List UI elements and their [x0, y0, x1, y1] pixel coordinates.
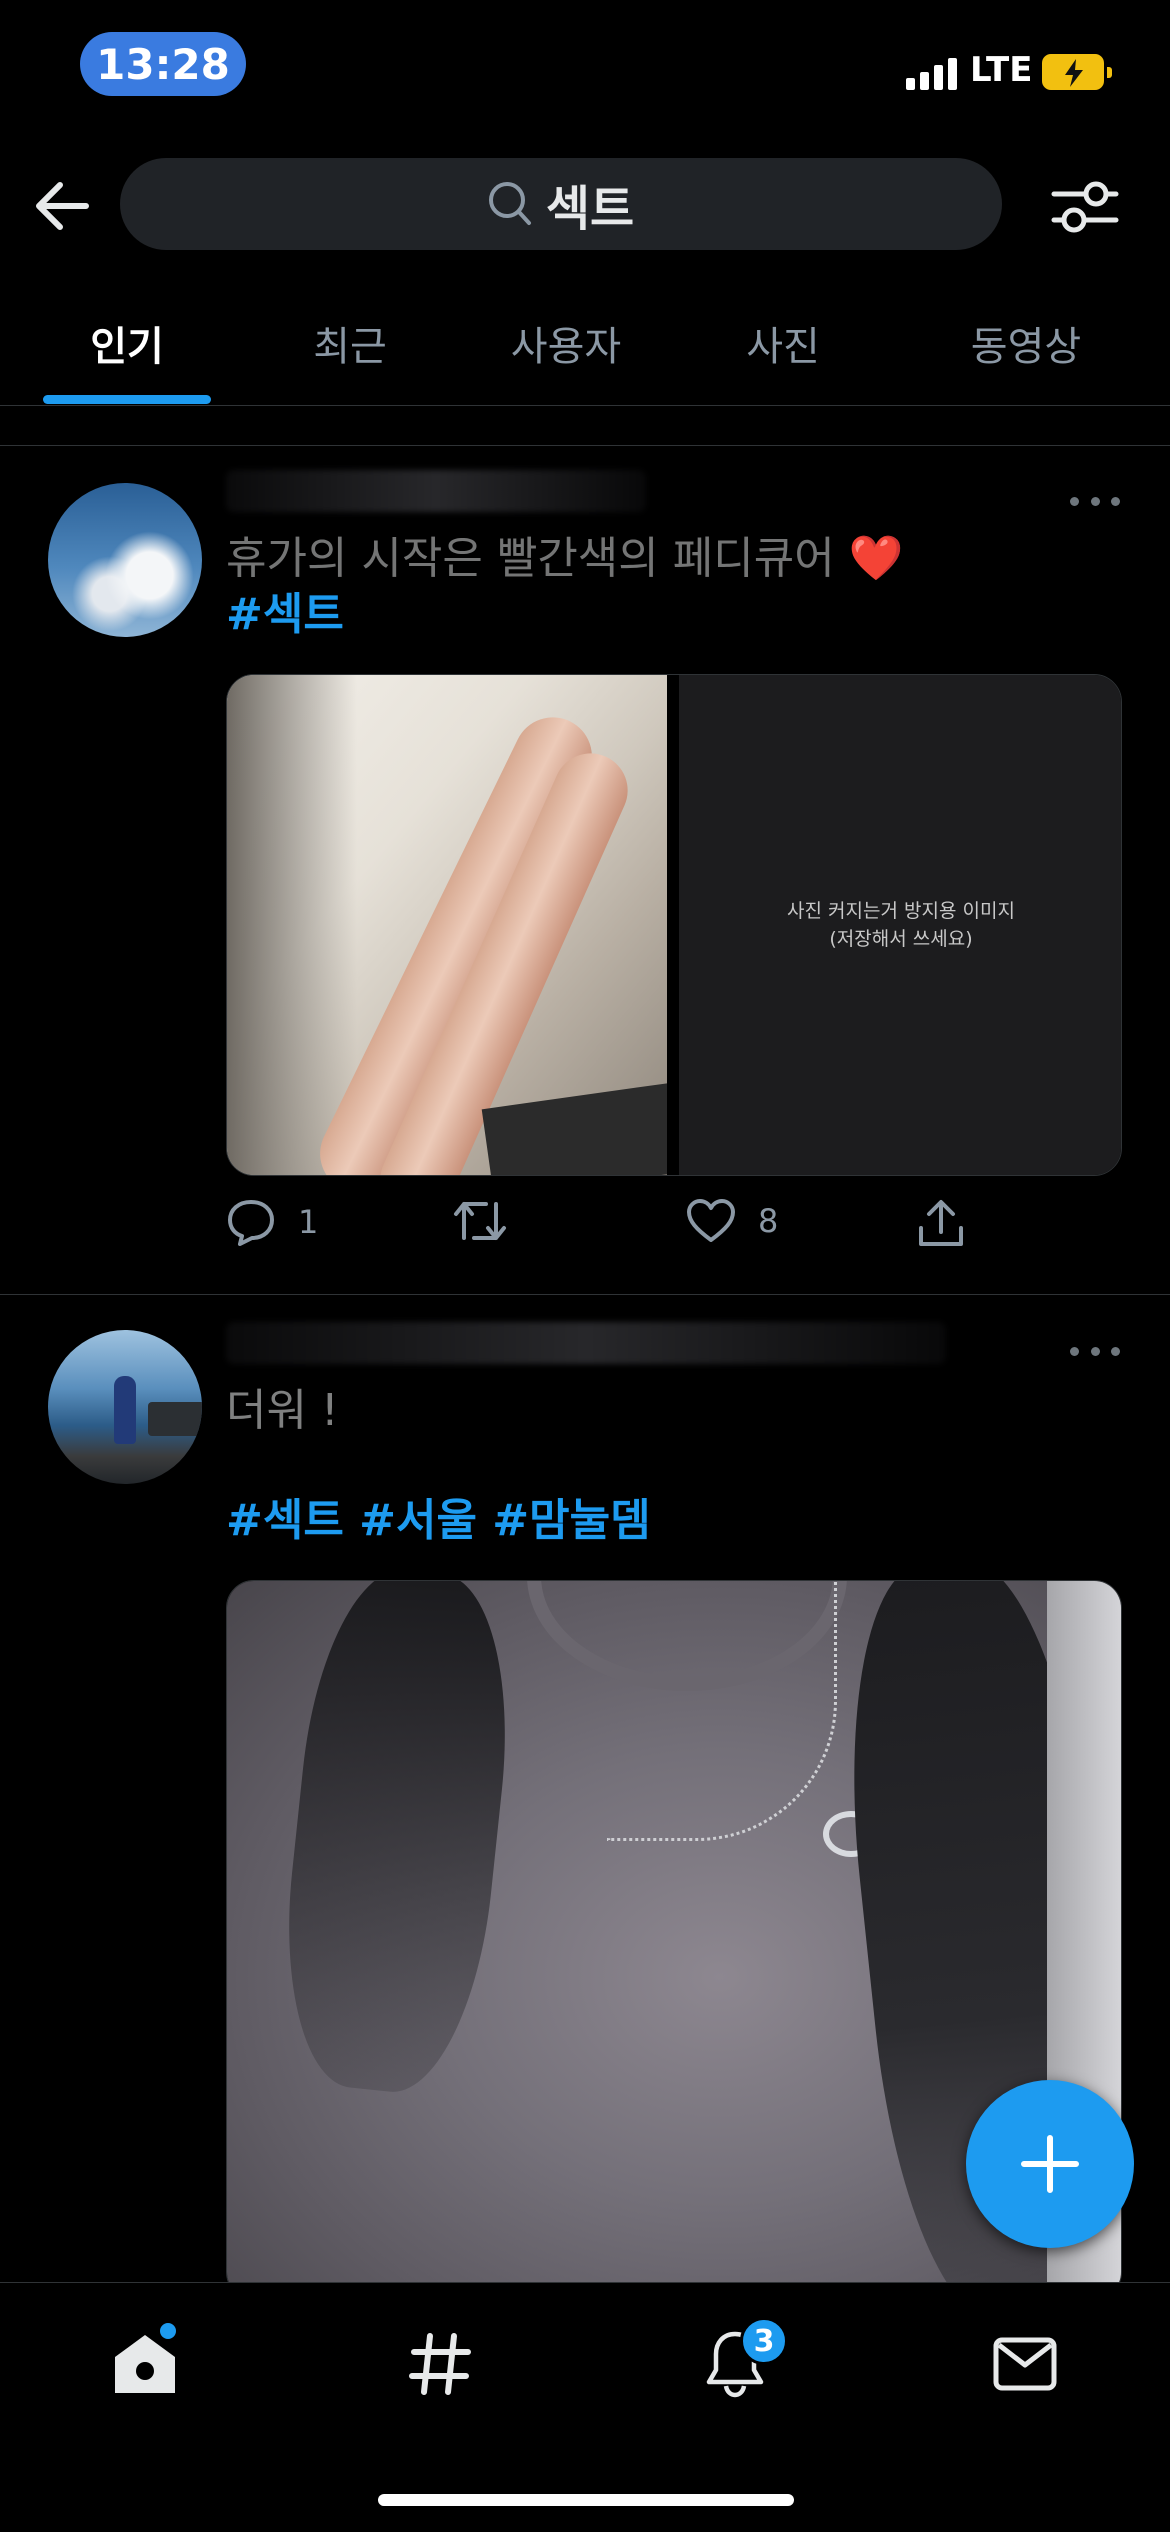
home-new-dot	[160, 2323, 176, 2339]
more-options-button[interactable]	[1070, 1336, 1120, 1366]
search-icon	[488, 182, 531, 225]
filter-button[interactable]	[1050, 172, 1120, 242]
home-icon	[115, 2335, 175, 2393]
divider	[0, 445, 1170, 446]
notification-badge: 3	[740, 2317, 788, 2365]
tab-videos[interactable]: 동영상	[936, 300, 1116, 406]
post-text: 휴가의 시작은 빨간색의 페디큐어 ❤️	[226, 532, 903, 586]
placeholder-caption: 사진 커지는거 방지용 이미지	[787, 900, 1015, 922]
obscured-user-header	[226, 470, 646, 512]
reply-count: 1	[298, 1203, 319, 1241]
reply-button[interactable]: 1	[226, 1198, 318, 1246]
tab-indicator	[43, 395, 211, 404]
nav-messages[interactable]	[980, 2319, 1070, 2409]
heart-icon	[687, 1199, 735, 1242]
like-button[interactable]: 8	[686, 1198, 778, 1244]
search-query: 섹트	[545, 181, 635, 237]
hashtag-icon	[409, 2333, 471, 2395]
sliders-icon	[1051, 181, 1119, 233]
post-actions: 1 8	[226, 1198, 1066, 1258]
tab-latest[interactable]: 최근	[270, 300, 430, 406]
nav-home[interactable]	[100, 2319, 190, 2409]
search-input[interactable]: 섹트	[120, 158, 1002, 250]
placeholder-caption-sub: (저장해서 쓰세요)	[829, 928, 973, 950]
search-tabs: 인기 최근 사용자 사진 동영상	[0, 300, 1170, 406]
status-bar: 13:28 LTE	[0, 0, 1170, 140]
nav-notifications[interactable]: 3	[690, 2317, 788, 2409]
home-indicator	[378, 2494, 794, 2506]
obscured-user-header	[226, 1322, 946, 1364]
battery-icon	[1042, 54, 1112, 90]
heart-emoji: ❤️	[848, 533, 904, 584]
compose-button[interactable]	[966, 2080, 1134, 2248]
back-button[interactable]	[30, 174, 94, 238]
nav-explore[interactable]	[395, 2319, 485, 2409]
post-text: 더워 !	[226, 1385, 339, 1436]
share-icon	[919, 1200, 963, 1246]
share-button[interactable]	[916, 1198, 966, 1248]
signal-icon	[906, 58, 957, 90]
mail-icon	[993, 2337, 1057, 2391]
photo-placeholder[interactable]: 사진 커지는거 방지용 이미지 (저장해서 쓰세요)	[679, 675, 1121, 1175]
photo-legs[interactable]	[227, 675, 667, 1175]
tab-people[interactable]: 사용자	[480, 300, 652, 406]
post-hashtags[interactable]: #섹트 #서울 #맘눌뎀	[226, 1494, 651, 1548]
post-media[interactable]: 사진 커지는거 방지용 이미지 (저장해서 쓰세요)	[226, 674, 1122, 1176]
avatar[interactable]	[48, 1330, 202, 1484]
search-header: 섹트	[0, 150, 1170, 260]
like-count: 8	[758, 1202, 779, 1240]
status-time: 13:28	[80, 32, 246, 96]
post-hashtags[interactable]: #섹트	[226, 588, 344, 642]
tab-popular[interactable]: 인기	[43, 300, 211, 406]
more-options-button[interactable]	[1070, 486, 1120, 516]
arrow-left-icon	[36, 182, 89, 230]
plus-icon	[1021, 2135, 1079, 2193]
reply-icon	[228, 1200, 274, 1246]
retweet-button[interactable]	[452, 1198, 508, 1244]
retweet-icon	[454, 1202, 506, 1240]
post-text-line: 휴가의 시작은 빨간색의 페디큐어	[226, 533, 835, 584]
tab-photos[interactable]: 사진	[705, 300, 861, 406]
network-type: LTE	[970, 50, 1033, 90]
avatar[interactable]	[48, 483, 202, 637]
divider	[0, 1294, 1170, 1295]
